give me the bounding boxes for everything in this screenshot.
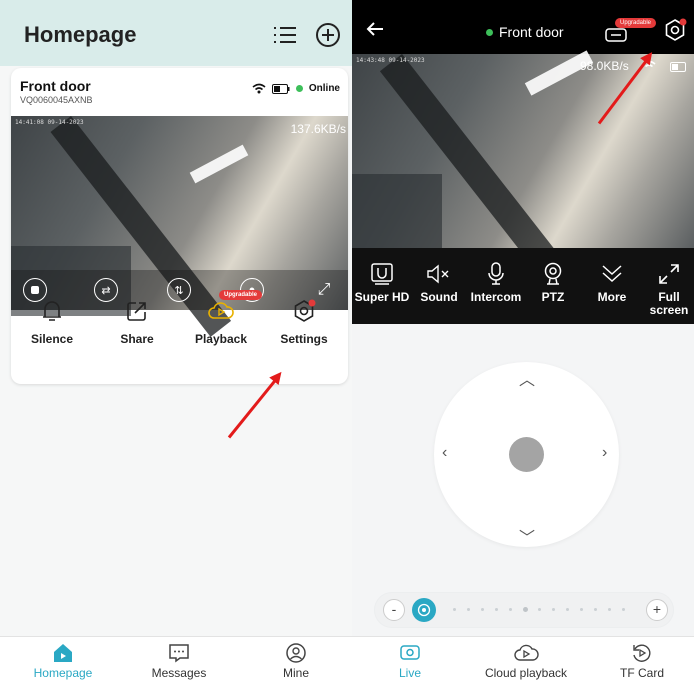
cloud-playback-icon bbox=[514, 644, 539, 661]
live-toolbar: Super HD Sound Intercom PTZ More Full sc… bbox=[352, 248, 694, 324]
device-id: VQ0060045AXNB bbox=[20, 95, 93, 105]
pan-right-icon[interactable]: › bbox=[602, 444, 607, 462]
zoom-in-button[interactable]: + bbox=[646, 599, 668, 621]
tab-mine[interactable]: Mine bbox=[246, 643, 346, 680]
ptz-label: PTZ bbox=[541, 290, 565, 304]
more-button[interactable]: More bbox=[584, 260, 640, 304]
live-preview[interactable]: 14:41:08 09-14-2023 137.6KB/s ⇄ ⇅ ● ⤢ bbox=[11, 116, 348, 337]
share-icon bbox=[127, 302, 146, 321]
video-timestamp: 14:43:48 09-14-2023 bbox=[356, 57, 425, 64]
silence-label: Silence bbox=[30, 332, 74, 346]
status-text: Online bbox=[308, 83, 340, 94]
battery-icon bbox=[271, 83, 290, 94]
ptz-button[interactable]: PTZ bbox=[525, 260, 581, 304]
mute-icon bbox=[427, 264, 449, 284]
settings-icon[interactable] bbox=[663, 18, 687, 42]
pan-down-icon[interactable]: ﹀ bbox=[519, 524, 535, 548]
live-video[interactable]: 14:43:48 09-14-2023 98.0KB/s bbox=[352, 50, 694, 277]
device-title: Front door bbox=[499, 24, 564, 40]
add-device-icon[interactable] bbox=[315, 22, 341, 48]
tab-live-label: Live bbox=[398, 666, 421, 680]
full-screen-label: Full screen bbox=[649, 290, 689, 317]
wifi-icon bbox=[252, 83, 266, 94]
live-camera-icon bbox=[400, 645, 420, 660]
homepage-screen: Homepage Front door VQ0060045AXNB Online… bbox=[0, 0, 357, 685]
tab-homepage-label: Homepage bbox=[33, 666, 93, 680]
device-name: Front door bbox=[20, 78, 91, 94]
tab-mine-label: Mine bbox=[282, 666, 309, 680]
settings-label: Settings bbox=[280, 332, 328, 346]
tab-homepage[interactable]: Homepage bbox=[13, 643, 113, 680]
sound-label: Sound bbox=[420, 290, 458, 304]
live-tab-bar: Live Cloud playback TF Card bbox=[352, 636, 694, 685]
tab-tf-card[interactable]: TF Card bbox=[592, 643, 692, 680]
online-dot bbox=[486, 28, 493, 36]
online-dot bbox=[295, 85, 303, 92]
chevrons-down-icon bbox=[602, 265, 622, 283]
zoom-slider[interactable]: - + bbox=[374, 592, 674, 628]
tab-cloud-playback-label: Cloud playback bbox=[484, 666, 568, 680]
device-status: Online bbox=[252, 83, 340, 94]
full-screen-button[interactable]: Full screen bbox=[642, 260, 694, 317]
cloud-storage-icon bbox=[605, 28, 627, 42]
pan-up-icon[interactable]: ︿ bbox=[519, 366, 535, 390]
more-label: More bbox=[597, 290, 627, 304]
hd-icon bbox=[371, 263, 393, 285]
intercom-label: Intercom bbox=[470, 290, 522, 304]
upgradable-badge: Upgradable bbox=[219, 290, 263, 300]
homepage-header: Homepage bbox=[0, 0, 357, 66]
device-card[interactable]: Front door VQ0060045AXNB Online 14:41:08… bbox=[11, 68, 348, 384]
message-icon bbox=[169, 644, 189, 663]
zoom-out-button[interactable]: - bbox=[383, 599, 405, 621]
video-bitrate: 137.6KB/s bbox=[290, 122, 346, 136]
profile-icon bbox=[286, 643, 306, 663]
tab-tf-card-label: TF Card bbox=[619, 666, 664, 680]
tab-messages[interactable]: Messages bbox=[129, 643, 229, 680]
eye-icon bbox=[417, 603, 431, 617]
page-title: Homepage bbox=[24, 22, 137, 47]
cloud-playback-icon bbox=[208, 302, 234, 319]
tab-live[interactable]: Live bbox=[360, 643, 460, 680]
live-view-screen: Front door Upgradable 14:43:48 09-14-202… bbox=[352, 0, 694, 685]
super-hd-label: Super HD bbox=[354, 290, 410, 304]
list-icon[interactable] bbox=[272, 22, 298, 48]
home-icon bbox=[54, 644, 72, 662]
silence-button[interactable]: Silence bbox=[12, 296, 92, 346]
playback-label: Playback bbox=[194, 332, 248, 346]
ptz-camera-icon bbox=[544, 262, 562, 285]
tab-cloud-playback[interactable]: Cloud playback bbox=[463, 643, 589, 680]
ptz-joystick[interactable]: ︿ ﹀ ‹ › bbox=[434, 362, 619, 547]
share-button[interactable]: Share bbox=[97, 296, 177, 346]
microphone-icon bbox=[488, 262, 504, 285]
zoom-handle[interactable] bbox=[412, 598, 436, 622]
bell-icon bbox=[43, 301, 61, 321]
settings-icon bbox=[294, 299, 316, 322]
playback-button[interactable]: Upgradable Playback bbox=[181, 290, 263, 346]
replay-icon bbox=[633, 644, 651, 662]
back-arrow-icon[interactable] bbox=[366, 21, 384, 37]
live-header: Front door Upgradable bbox=[352, 0, 694, 54]
intercom-button[interactable]: Intercom bbox=[468, 260, 524, 304]
video-timestamp: 14:41:08 09-14-2023 bbox=[15, 119, 84, 126]
settings-button[interactable]: Settings bbox=[264, 296, 344, 346]
video-bitrate: 98.0KB/s bbox=[580, 59, 629, 73]
joystick-knob[interactable] bbox=[509, 437, 544, 472]
pan-left-icon[interactable]: ‹ bbox=[442, 444, 447, 462]
live-title: Front door bbox=[486, 24, 564, 40]
fullscreen-icon bbox=[659, 264, 679, 284]
super-hd-button[interactable]: Super HD bbox=[354, 260, 410, 304]
battery-icon bbox=[670, 62, 686, 72]
bottom-tab-bar: Homepage Messages Mine bbox=[0, 636, 357, 685]
tab-messages-label: Messages bbox=[151, 666, 207, 680]
sound-button[interactable]: Sound bbox=[411, 260, 467, 304]
share-label: Share bbox=[120, 332, 154, 346]
